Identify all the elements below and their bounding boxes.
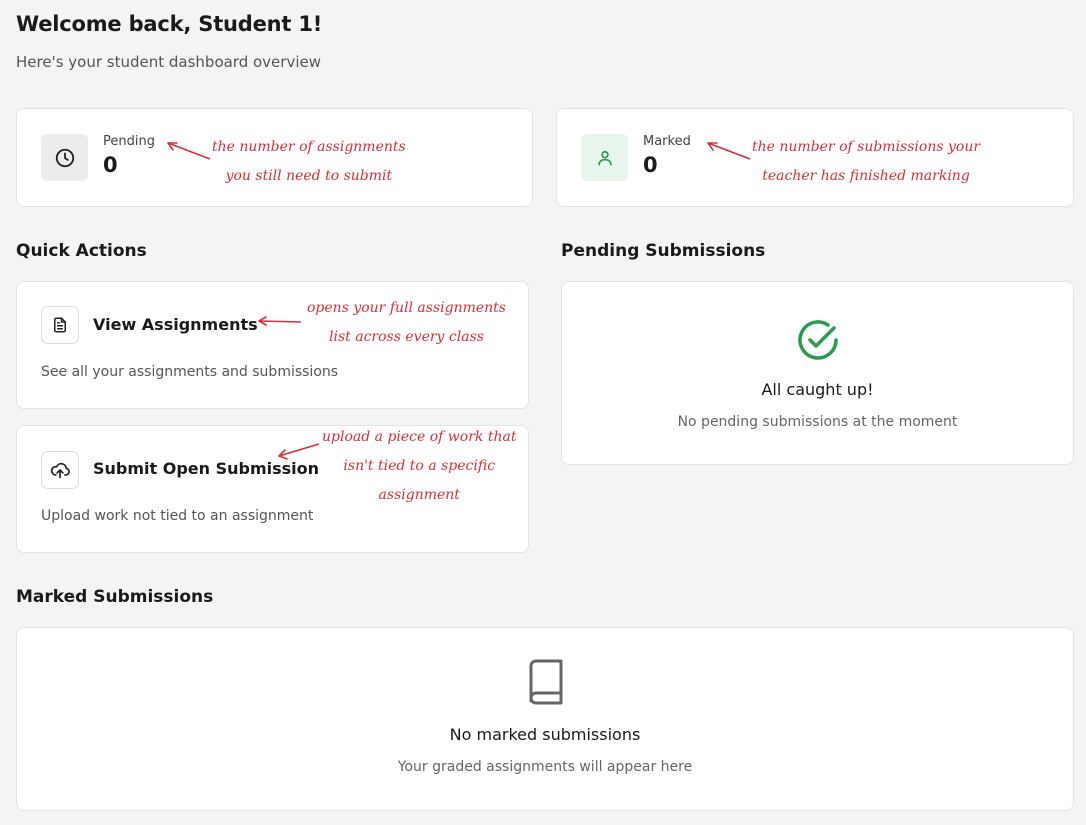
marked-empty-title: No marked submissions: [449, 725, 641, 744]
annotation-arrow-icon: [278, 443, 320, 460]
page-subtitle: Here's your student dashboard overview: [16, 53, 321, 71]
book-icon: [525, 658, 567, 708]
pending-submissions-title: Pending Submissions: [561, 241, 766, 261]
marked-submissions-title: Marked Submissions: [16, 587, 214, 607]
stat-card-pending: Pending 0 the number of assignments you …: [16, 108, 533, 207]
view-assignments-description: See all your assignments and submissions: [41, 364, 339, 380]
stat-value-pending: 0: [103, 153, 118, 177]
marked-submissions-card: No marked submissions Your graded assign…: [16, 627, 1074, 811]
annotation-view-assignments: opens your full assignments list across …: [307, 300, 506, 345]
page-title: Welcome back, Student 1!: [16, 12, 323, 36]
submit-open-submission-card[interactable]: Submit Open Submission Upload work not t…: [16, 425, 529, 553]
view-assignments-title: View Assignments: [93, 315, 258, 334]
annotation-arrow-icon: [167, 142, 211, 160]
pending-empty-title: All caught up!: [761, 380, 874, 399]
stat-value-marked: 0: [643, 153, 658, 177]
check-circle-icon: [794, 316, 842, 364]
annotation-submit-open-submission: upload a piece of work that isn't tied t…: [322, 429, 517, 503]
clock-icon: [41, 134, 88, 181]
upload-cloud-icon: [41, 451, 79, 489]
pending-empty-description: No pending submissions at the moment: [677, 414, 958, 430]
user-icon: [581, 134, 628, 181]
quick-actions-title: Quick Actions: [16, 241, 147, 261]
annotation-pending: the number of assignments you still need…: [212, 139, 406, 184]
stat-label-pending: Pending: [103, 134, 155, 149]
stat-card-marked: Marked 0 the number of submissions your …: [556, 108, 1074, 207]
pending-submissions-card: All caught up! No pending submissions at…: [561, 281, 1074, 465]
stat-label-marked: Marked: [643, 134, 691, 149]
annotation-arrow-icon: [707, 142, 751, 160]
view-assignments-card[interactable]: View Assignments See all your assignment…: [16, 281, 529, 409]
marked-empty-description: Your graded assignments will appear here: [397, 759, 693, 775]
annotation-marked: the number of submissions your teacher h…: [752, 139, 981, 184]
annotation-arrow-icon: [258, 316, 302, 326]
submit-open-submission-description: Upload work not tied to an assignment: [41, 508, 314, 524]
file-text-icon: [41, 306, 79, 344]
